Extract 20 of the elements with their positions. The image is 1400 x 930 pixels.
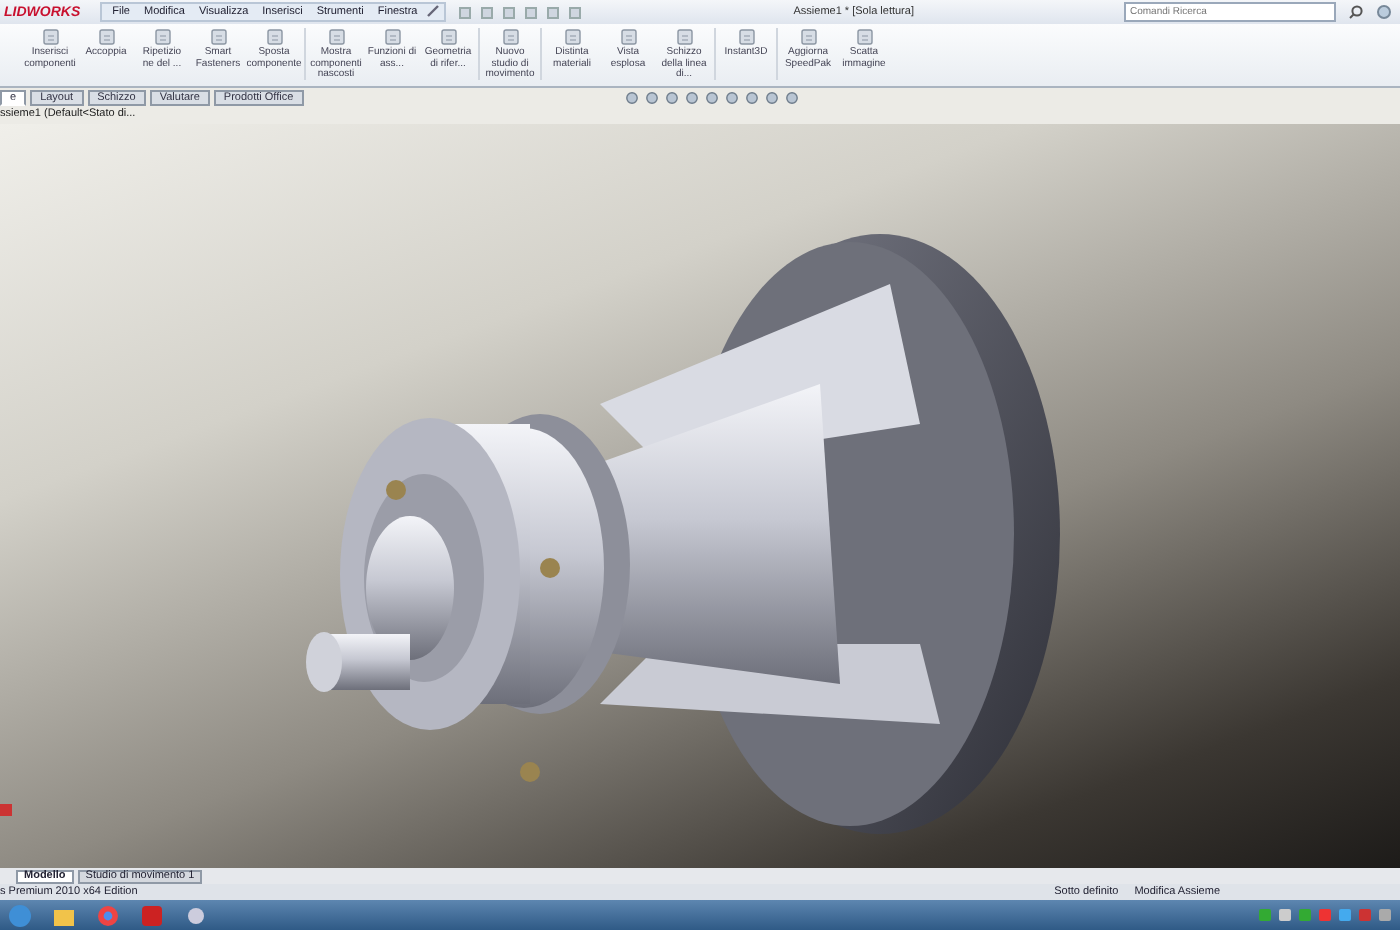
app-icon[interactable] <box>184 903 208 927</box>
command-icon <box>327 28 345 46</box>
start-icon[interactable] <box>8 903 32 927</box>
assembly-model-drawing[interactable] <box>306 234 1060 834</box>
search-icon[interactable] <box>1348 4 1364 20</box>
command-icon <box>97 28 115 46</box>
command-icon <box>563 28 581 46</box>
browser-icon[interactable] <box>96 903 120 927</box>
command-icon <box>265 28 283 46</box>
command-icon <box>619 28 637 46</box>
command-icon <box>153 28 171 46</box>
command-icon <box>799 28 817 46</box>
command-icon <box>383 28 401 46</box>
command-icon <box>439 28 457 46</box>
command-icon <box>501 28 519 46</box>
command-icon <box>737 28 755 46</box>
command-icon <box>41 28 59 46</box>
command-icon <box>675 28 693 46</box>
command-icon <box>209 28 227 46</box>
command-icon <box>855 28 873 46</box>
